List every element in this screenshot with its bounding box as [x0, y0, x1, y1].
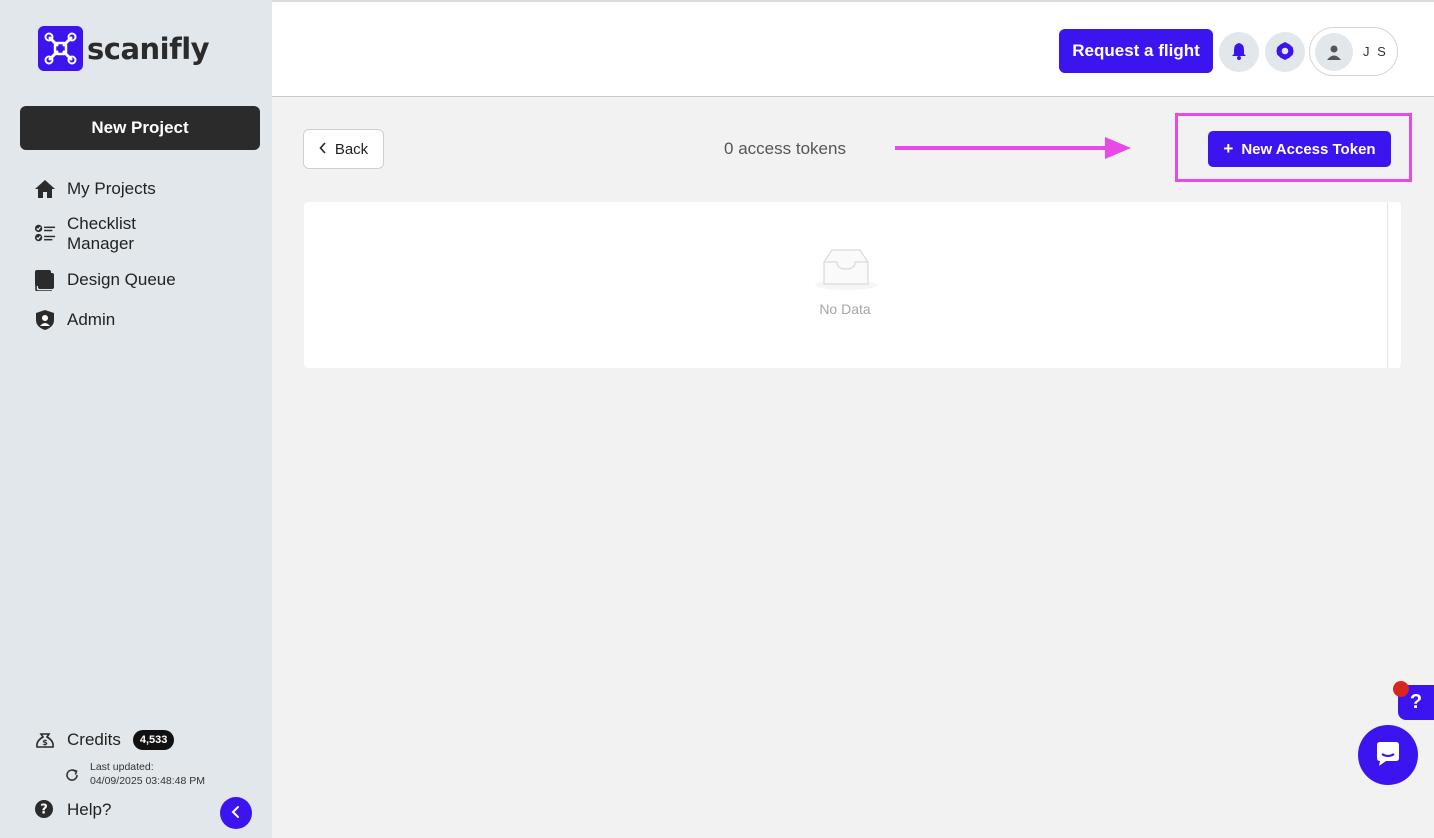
sidebar-item-label: Checklist Manager	[67, 214, 136, 253]
help-link[interactable]: ? Help?	[34, 799, 111, 821]
refresh-icon[interactable]	[64, 767, 80, 783]
request-flight-button[interactable]: Request a flight	[1059, 29, 1213, 73]
avatar	[1315, 32, 1353, 71]
sidebar-item-label: Admin	[67, 310, 116, 329]
new-project-button[interactable]: New Project	[20, 106, 260, 150]
notification-dot	[1393, 681, 1409, 697]
svg-text:?: ?	[40, 803, 48, 818]
notifications-button[interactable]	[1219, 32, 1259, 72]
sidebar: scanifly New Project My Projects Checkli…	[0, 0, 272, 838]
credits-count-badge: 4,533	[132, 730, 175, 750]
money-bag-icon: $	[34, 729, 56, 751]
user-icon	[1327, 45, 1341, 60]
empty-inbox-icon	[815, 249, 877, 290]
credits-label: Credits	[67, 730, 121, 749]
gear-icon	[1275, 41, 1295, 64]
sidebar-item-my-projects[interactable]: My Projects	[34, 178, 156, 200]
plus-icon: +	[1223, 139, 1234, 158]
new-access-token-button[interactable]: + New Access Token	[1208, 131, 1391, 167]
table-scrollbar[interactable]	[1387, 202, 1388, 368]
credits[interactable]: $ Credits 4,533	[34, 729, 175, 751]
access-token-count: 0 access tokens	[724, 139, 846, 158]
help-circle-icon: ?	[34, 799, 56, 821]
queue-icon	[34, 269, 56, 291]
last-updated-value: 04/09/2025 03:48:48 PM	[90, 775, 206, 787]
top-header: Request a flight J S	[272, 0, 1434, 97]
back-button[interactable]: Back	[303, 129, 384, 169]
access-tokens-table: No Data	[304, 202, 1401, 368]
chevron-left-icon	[319, 141, 327, 158]
settings-button[interactable]	[1265, 32, 1305, 72]
collapse-sidebar-button[interactable]	[220, 797, 252, 829]
chevron-left-icon	[229, 805, 243, 822]
user-menu[interactable]: J S	[1309, 27, 1398, 76]
logo-icon	[38, 26, 83, 71]
help-label: Help?	[67, 800, 112, 819]
sidebar-item-admin[interactable]: Admin	[34, 309, 115, 331]
sidebar-item-design-queue[interactable]: Design Queue	[34, 269, 176, 291]
empty-state-text: No Data	[819, 301, 871, 317]
bell-icon	[1229, 41, 1249, 64]
last-updated: Last updated: 04/09/2025 03:48:48 PM	[64, 760, 205, 788]
checklist-icon	[34, 222, 56, 244]
sidebar-item-checklist-manager[interactable]: Checklist Manager	[34, 214, 136, 254]
sidebar-item-label: My Projects	[67, 179, 156, 198]
new-access-token-label: New Access Token	[1241, 140, 1376, 158]
chat-launcher-button[interactable]	[1358, 725, 1418, 785]
logo-text: scanifly	[87, 31, 210, 66]
last-updated-label: Last updated:	[90, 761, 154, 773]
chat-icon	[1373, 739, 1403, 772]
user-initials: J S	[1363, 44, 1388, 59]
shield-user-icon	[34, 309, 56, 331]
annotation-arrow	[895, 137, 1131, 159]
sidebar-item-label: Design Queue	[67, 270, 176, 289]
logo[interactable]: scanifly	[38, 26, 210, 71]
svg-text:$: $	[42, 738, 48, 747]
back-label: Back	[334, 140, 369, 158]
home-icon	[34, 178, 56, 200]
